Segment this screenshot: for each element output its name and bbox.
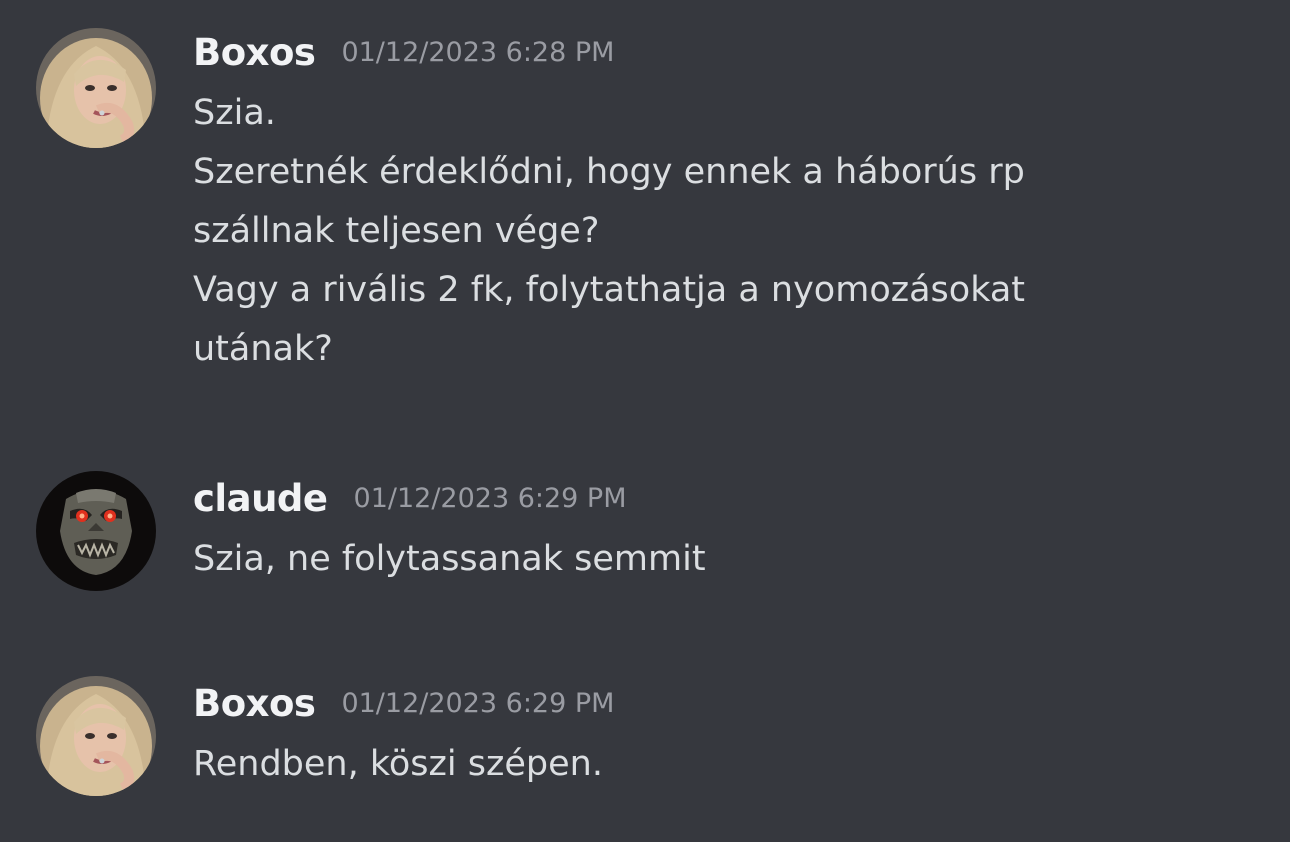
avatar-boxos[interactable] bbox=[36, 676, 156, 796]
avatar-claude[interactable] bbox=[36, 471, 156, 591]
message-header: Boxos 01/12/2023 6:29 PM bbox=[193, 679, 614, 727]
message-text-line: Szia. bbox=[193, 93, 276, 133]
message-text-line: Szeretnék érdeklődni, hogy ennek a hábor… bbox=[193, 152, 1025, 192]
message-header: Boxos 01/12/2023 6:28 PM bbox=[193, 28, 614, 76]
message-text-line: szállnak teljesen vége? bbox=[193, 211, 600, 251]
message-content: Szia, ne folytassanak semmit bbox=[193, 530, 1263, 589]
message-content: Rendben, köszi szépen. bbox=[193, 735, 1263, 794]
timestamp: 01/12/2023 6:29 PM bbox=[353, 482, 627, 514]
username[interactable]: Boxos bbox=[193, 682, 316, 725]
avatar-boxos[interactable] bbox=[36, 28, 156, 148]
message-text-line: Szia, ne folytassanak semmit bbox=[193, 539, 706, 579]
timestamp: 01/12/2023 6:28 PM bbox=[341, 36, 615, 68]
message-text-line: utának? bbox=[193, 329, 333, 369]
message-item: Boxos 01/12/2023 6:28 PM Szia. Szeretnék… bbox=[0, 28, 1290, 388]
message-text-line: Vagy a rivális 2 fk, folytathatja a nyom… bbox=[193, 270, 1026, 310]
username[interactable]: claude bbox=[193, 477, 328, 520]
user-avatar-image bbox=[36, 676, 156, 796]
message-header: claude 01/12/2023 6:29 PM bbox=[193, 474, 627, 522]
user-avatar-image bbox=[36, 471, 156, 591]
message-text-line: Rendben, köszi szépen. bbox=[193, 744, 603, 784]
message-item: Boxos 01/12/2023 6:29 PM Rendben, köszi … bbox=[0, 676, 1290, 804]
timestamp: 01/12/2023 6:29 PM bbox=[341, 687, 615, 719]
username[interactable]: Boxos bbox=[193, 31, 316, 74]
chat-log: Boxos 01/12/2023 6:28 PM Szia. Szeretnék… bbox=[0, 0, 1290, 842]
user-avatar-image bbox=[36, 28, 156, 148]
message-item: claude 01/12/2023 6:29 PM Szia, ne folyt… bbox=[0, 471, 1290, 599]
message-content: Szia. Szeretnék érdeklődni, hogy ennek a… bbox=[193, 84, 1263, 379]
